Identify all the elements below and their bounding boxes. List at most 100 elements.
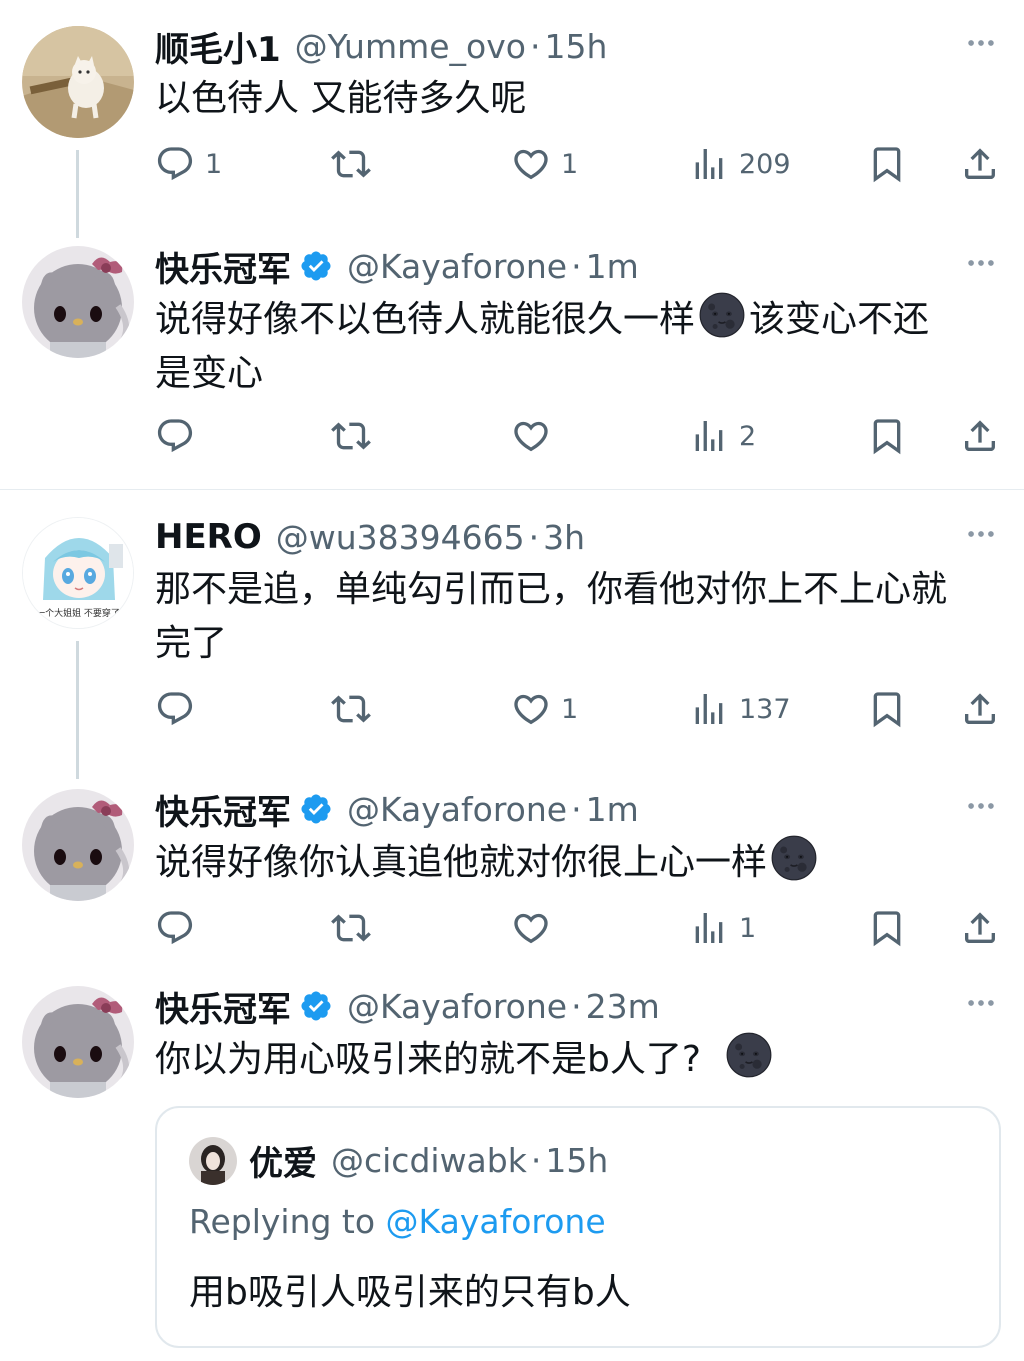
like-icon (511, 416, 551, 456)
like-button[interactable]: 1 (511, 136, 578, 192)
display-name[interactable]: HERO (155, 517, 262, 557)
tweet-1[interactable]: 顺毛小1 @Yumme_ovo · 15h 以色待人 又能待多久呢 1 1 20… (0, 0, 1024, 238)
retweet-button[interactable] (331, 408, 371, 464)
like-button[interactable] (511, 900, 551, 956)
user-handle[interactable]: @Yumme_ovo (295, 27, 526, 66)
user-handle[interactable]: @Kayaforone (347, 247, 567, 286)
share-icon (960, 416, 1000, 456)
verified-badge-icon (299, 989, 333, 1023)
quoted-tweet[interactable]: 优爱 @cicdiwabk · 15h Replying to @Kayafor… (155, 1106, 1001, 1348)
new-moon-face-emoji (699, 292, 745, 338)
timestamp[interactable]: 15h (544, 27, 607, 66)
tweet-text-line-2: 完了 (155, 623, 228, 664)
timestamp[interactable]: 23m (586, 987, 660, 1026)
more-icon[interactable] (964, 26, 998, 60)
separator-dot: · (571, 246, 582, 286)
tweet-text-line: 那不是追，单纯勾引而已，你看他对你上不上心就 (155, 569, 948, 610)
quoted-display-name: 优爱 (249, 1144, 317, 1184)
reply-count: 1 (205, 148, 223, 180)
timestamp[interactable]: 1m (586, 247, 639, 286)
share-button[interactable] (960, 136, 1000, 192)
avatar[interactable] (22, 986, 134, 1098)
retweet-button[interactable] (331, 136, 371, 192)
new-moon-face-emoji (771, 835, 817, 881)
bookmark-button[interactable] (867, 136, 907, 192)
bookmark-button[interactable] (867, 900, 907, 956)
retweet-button[interactable] (331, 681, 371, 737)
retweet-button[interactable] (331, 900, 371, 956)
tweet-text: 你以为用心吸引来的就不是b人了? (155, 1032, 994, 1087)
views-icon (689, 908, 729, 948)
user-handle[interactable]: @Kayaforone (347, 987, 567, 1026)
tweet-2[interactable]: 快乐冠军 @Kayaforone · 1m 说得好像不以色待人就能很久一样 该变心… (0, 220, 1024, 488)
tweet-text-line-2: 是变心 (155, 353, 264, 394)
tweet-header: 快乐冠军 @Kayaforone · 1m (155, 781, 639, 837)
bookmark-button[interactable] (867, 408, 907, 464)
avatar[interactable] (22, 789, 134, 901)
replying-to-label: Replying to (189, 1202, 376, 1241)
separator-dot: · (571, 986, 582, 1026)
like-count: 1 (561, 693, 579, 725)
reply-button[interactable]: 1 (155, 136, 222, 192)
share-button[interactable] (960, 408, 1000, 464)
timestamp[interactable]: 3h (543, 518, 585, 557)
like-button[interactable] (511, 408, 551, 464)
like-icon (511, 144, 551, 184)
avatar-caption: 一个大姐姐 不要穿了 (36, 609, 120, 619)
views-button[interactable]: 209 (689, 136, 791, 192)
quoted-timestamp: 15h (545, 1141, 609, 1180)
user-handle[interactable]: @Kayaforone (347, 790, 567, 829)
timestamp[interactable]: 1m (586, 790, 639, 829)
views-button[interactable]: 2 (689, 408, 756, 464)
tweet-3[interactable]: 一个大姐姐 不要穿了 HERO @wu38394665 · 3h 那不是追，单纯… (0, 491, 1024, 779)
reply-button[interactable] (155, 681, 195, 737)
tweet-4[interactable]: 快乐冠军 @Kayaforone · 1m 说得好像你认真追他就对你很上心一样 … (0, 763, 1024, 973)
thread-line (76, 641, 79, 779)
display-name[interactable]: 快乐冠军 (155, 242, 291, 291)
bookmark-icon (867, 689, 907, 729)
tweet-header: HERO @wu38394665 · 3h (155, 509, 585, 565)
reply-icon (155, 144, 195, 184)
more-icon[interactable] (964, 986, 998, 1020)
display-name[interactable]: 顺毛小1 (155, 22, 281, 71)
reply-icon (155, 908, 195, 948)
tweet-text-line: 你以为用心吸引来的就不是b人了? (155, 1039, 701, 1080)
reply-button[interactable] (155, 900, 195, 956)
quoted-user-handle: @cicdiwabk (331, 1141, 527, 1180)
thread-divider (0, 489, 1024, 490)
views-button[interactable]: 137 (689, 681, 791, 737)
tweet-text: 说得好像你认真追他就对你很上心一样 (155, 835, 994, 890)
cat-photo-avatar-image (22, 26, 134, 138)
quoted-tweet-header: 优爱 @cicdiwabk · 15h (189, 1136, 608, 1185)
reply-button[interactable] (155, 408, 195, 464)
share-button[interactable] (960, 681, 1000, 737)
share-button[interactable] (960, 900, 1000, 956)
like-icon (511, 689, 551, 729)
like-button[interactable]: 1 (511, 681, 578, 737)
tweet-text: 那不是追，单纯勾引而已，你看他对你上不上心就 完了 (155, 563, 994, 671)
more-icon[interactable] (964, 246, 998, 280)
views-icon (689, 416, 729, 456)
user-handle[interactable]: @wu38394665 (276, 518, 525, 557)
quoted-avatar (189, 1137, 237, 1185)
avatar[interactable]: 一个大姐姐 不要穿了 (22, 517, 134, 629)
avatar[interactable] (22, 246, 134, 358)
display-name[interactable]: 快乐冠军 (155, 982, 291, 1031)
more-icon[interactable] (964, 517, 998, 551)
like-icon (511, 908, 551, 948)
action-bar: 1 (155, 900, 1000, 956)
bookmark-button[interactable] (867, 681, 907, 737)
action-bar: 1 137 (155, 681, 1000, 737)
tweet-header: 顺毛小1 @Yumme_ovo · 15h (155, 18, 607, 74)
views-button[interactable]: 1 (689, 900, 756, 956)
avatar[interactable] (22, 26, 134, 138)
more-icon[interactable] (964, 789, 998, 823)
verified-badge-icon (299, 792, 333, 826)
bookmark-icon (867, 416, 907, 456)
share-icon (960, 908, 1000, 948)
tweet-text: 说得好像不以色待人就能很久一样 该变心不还 是变心 (155, 292, 994, 401)
tweet-header: 快乐冠军 @Kayaforone · 23m (155, 978, 660, 1034)
replying-to-handle-link[interactable]: @Kayaforone (386, 1202, 606, 1241)
display-name[interactable]: 快乐冠军 (155, 785, 291, 834)
like-count: 1 (561, 148, 579, 180)
